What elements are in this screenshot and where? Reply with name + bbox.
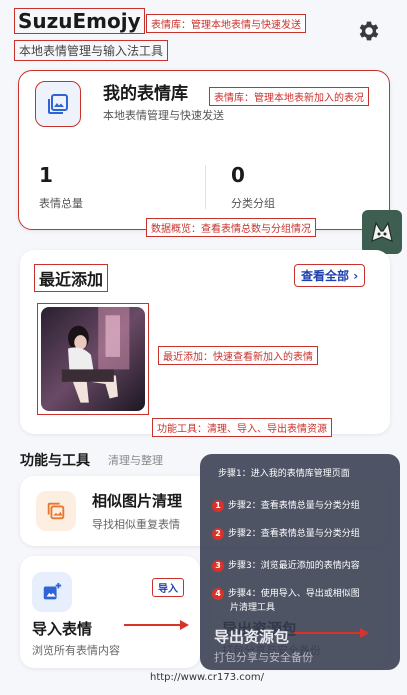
library-title: 我的表情库 <box>103 84 188 104</box>
steps-overlay: 步骤1：进入我的表情库管理页面 1 步骤2：查看表情总量与分类分组 2 步骤2：查看… <box>200 454 400 670</box>
app-subtitle: 本地表情管理与输入法工具 <box>14 40 169 61</box>
overlay-arrow-line <box>294 632 364 634</box>
gear-icon[interactable] <box>356 18 382 44</box>
step-text: 步骤3：浏览最近添加的表情内容 <box>228 561 360 571</box>
emoji-image <box>41 307 145 411</box>
step-text: 步骤2：查看表情总量与分类分组 <box>228 501 360 511</box>
total-count: 1 <box>39 163 53 187</box>
view-all-label: 查看全部 <box>301 269 350 283</box>
group-label: 分类分组 <box>231 197 275 210</box>
overlay-arrow-icon <box>360 628 369 638</box>
app-title: SuzuEmojy <box>14 8 145 34</box>
tools-section-subtitle: 清理与整理 <box>108 454 163 467</box>
step-4-continued: 片清理工具 <box>230 603 276 613</box>
overlay-export-title: 导出资源包 <box>214 628 290 646</box>
step-text: 步骤2：查看表情总量与分类分组 <box>228 529 360 539</box>
step-number: 2 <box>212 528 224 540</box>
mascot-icon[interactable] <box>362 210 402 254</box>
title-annotation: 表情库：管理本地表情与快速发送 <box>146 14 306 33</box>
tools-annotation: 功能工具：清理、导入、导出表情资源 <box>152 418 332 437</box>
step-number: 4 <box>212 588 224 600</box>
step-item: 3 步骤3：浏览最近添加的表情内容 <box>212 558 360 572</box>
step-number: 3 <box>212 560 224 572</box>
step-item: 1 步骤2：查看表情总量与分类分组 <box>212 498 360 512</box>
recent-title: 最近添加 <box>34 264 109 292</box>
step-text: 步骤4：使用导入、导出或相似图 <box>228 589 360 599</box>
import-emoji-card[interactable]: 导入 导入表情 浏览所有表情内容 <box>20 556 200 668</box>
tools-section-title: 功能与工具 <box>20 453 90 469</box>
group-count: 0 <box>231 163 245 187</box>
stat-divider <box>205 165 206 209</box>
overlay-export-subtitle: 打包分享与安全备份 <box>214 651 313 664</box>
total-label: 表情总量 <box>39 197 83 210</box>
chevron-right-icon: › <box>353 269 359 283</box>
library-annotation: 表情库：管理本地表新加入的表况 <box>209 87 369 106</box>
library-subtitle: 本地表情管理与快速发送 <box>103 109 224 122</box>
step-1: 步骤1：进入我的表情库管理页面 <box>218 469 350 479</box>
stats-annotation: 数据概览：查看表情总数与分组情况 <box>146 218 316 237</box>
step-item: 2 步骤2：查看表情总量与分类分组 <box>212 526 360 540</box>
emoji-library-card[interactable]: 我的表情库 本地表情管理与快速发送 表情库：管理本地表新加入的表况 1 表情总量… <box>18 70 390 230</box>
import-tag: 导入 <box>152 578 184 597</box>
import-subtitle: 浏览所有表情内容 <box>32 644 120 657</box>
arrow-line <box>124 624 184 626</box>
footer-url: http://www.cr173.com/ <box>150 672 265 683</box>
view-all-button[interactable]: 查看全部 › <box>294 264 366 287</box>
similar-clean-title: 相似图片清理 <box>92 492 183 510</box>
recent-thumbnail[interactable] <box>37 303 149 415</box>
step-item: 4 步骤4：使用导入、导出或相似图 <box>212 586 360 600</box>
recent-added-card: 最近添加 查看全部 › 最近添加：快速查看新加入的表情 功能工具：清理、导入、导… <box>20 250 390 437</box>
step-number: 1 <box>212 500 224 512</box>
image-icon <box>35 81 81 127</box>
recent-annotation: 最近添加：快速查看新加入的表情 <box>158 346 318 365</box>
add-image-icon <box>32 572 72 612</box>
similar-clean-subtitle: 导找相似重复表情 <box>92 518 180 531</box>
duplicate-image-icon <box>36 491 76 531</box>
arrow-right-icon <box>180 620 189 630</box>
import-title: 导入表情 <box>32 620 93 638</box>
